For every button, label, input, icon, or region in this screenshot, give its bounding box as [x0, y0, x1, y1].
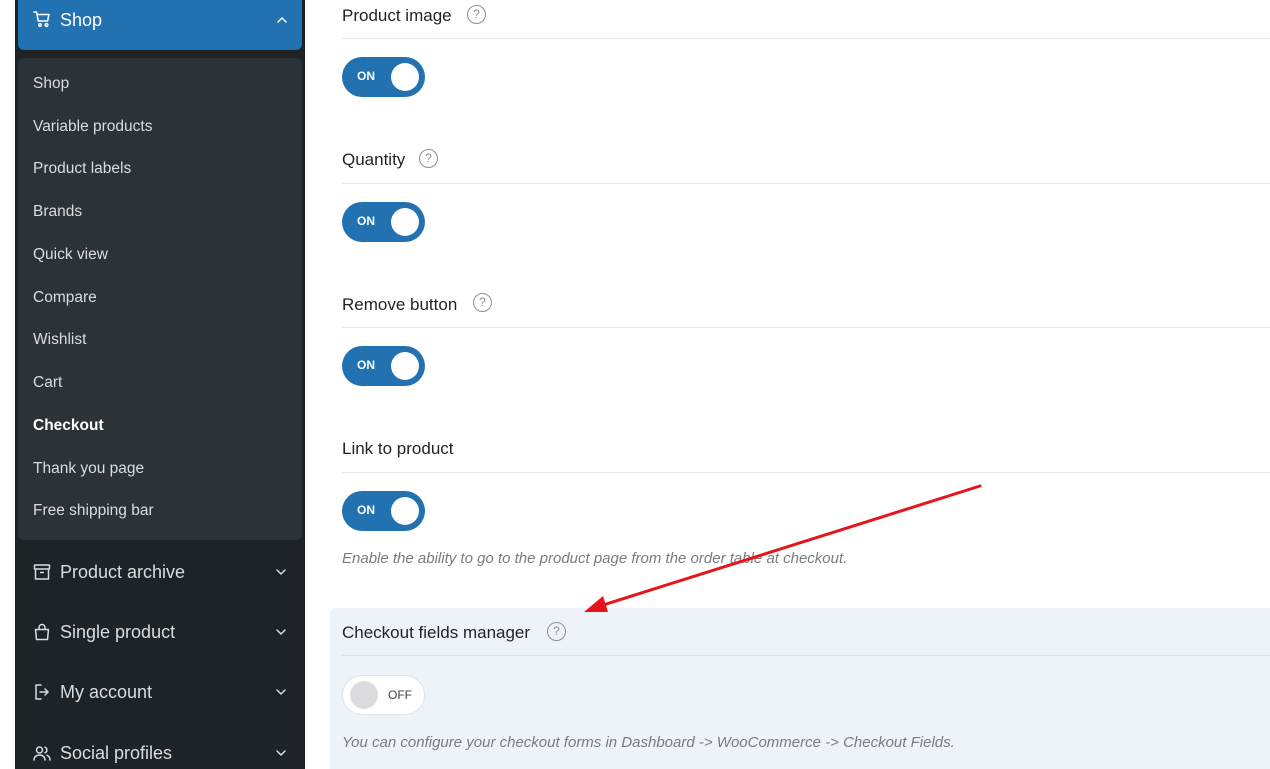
- divider: [342, 183, 1270, 184]
- sidebar-section-shop[interactable]: Shop: [18, 0, 302, 50]
- help-icon[interactable]: ?: [419, 149, 438, 168]
- help-icon[interactable]: ?: [467, 5, 486, 24]
- setting-title-quantity: Quantity: [342, 150, 406, 169]
- submenu-item-checkout[interactable]: Checkout: [33, 417, 104, 435]
- divider: [342, 38, 1270, 39]
- sidebar-section-my-account[interactable]: My account: [15, 672, 305, 712]
- submenu-item-variable-products[interactable]: Variable products: [33, 118, 152, 136]
- product-image-toggle[interactable]: ON: [342, 57, 425, 97]
- help-icon[interactable]: ?: [547, 622, 566, 641]
- settings-page: Shop Shop Variable products Product labe…: [0, 0, 1270, 769]
- toggle-state-label: ON: [357, 358, 375, 372]
- divider: [342, 472, 1270, 473]
- submenu-item-product-labels[interactable]: Product labels: [33, 160, 131, 178]
- help-icon[interactable]: ?: [473, 293, 492, 312]
- chevron-down-icon: [276, 750, 286, 756]
- toggle-knob: [391, 497, 419, 525]
- sidebar-section-label: Social profiles: [60, 743, 173, 763]
- submenu-item-cart[interactable]: Cart: [33, 374, 62, 392]
- remove-button-toggle[interactable]: ON: [342, 346, 425, 386]
- setting-title-remove-button: Remove button: [342, 295, 458, 314]
- toggle-state-label: ON: [357, 503, 375, 517]
- chevron-down-icon: [276, 629, 286, 635]
- sidebar-section-label: My account: [60, 682, 153, 702]
- setting-title-checkout-fields-manager: Checkout fields manager: [342, 623, 531, 642]
- shopping-bag-icon: [34, 623, 50, 641]
- quantity-toggle[interactable]: ON: [342, 202, 425, 242]
- sidebar-section-single-product[interactable]: Single product: [15, 612, 305, 652]
- submenu-item-compare[interactable]: Compare: [33, 289, 97, 307]
- sidebar-section-label: Product archive: [60, 562, 186, 582]
- sidebar-section-label: Single product: [60, 622, 176, 642]
- submenu-item-thank-you-page[interactable]: Thank you page: [33, 460, 144, 478]
- toggle-state-label: ON: [357, 69, 375, 83]
- toggle-knob: [350, 681, 378, 709]
- sidebar: Shop Shop Variable products Product labe…: [15, 0, 305, 769]
- divider: [342, 655, 1270, 656]
- chevron-up-icon[interactable]: [276, 14, 288, 26]
- submenu-item-wishlist[interactable]: Wishlist: [33, 331, 86, 349]
- account-login-icon: [35, 684, 49, 700]
- submenu-item-shop[interactable]: Shop: [33, 75, 69, 93]
- chevron-down-icon: [276, 569, 286, 575]
- sidebar-section-product-archive[interactable]: Product archive: [15, 552, 305, 592]
- toggle-knob: [391, 63, 419, 91]
- archive-box-icon: [33, 564, 51, 580]
- chevron-down-icon: [276, 689, 286, 695]
- toggle-state-label: OFF: [388, 688, 412, 702]
- setting-description: Enable the ability to go to the product …: [342, 550, 848, 567]
- submenu-item-brands[interactable]: Brands: [33, 203, 82, 221]
- toggle-knob: [391, 352, 419, 380]
- checkout-fields-manager-toggle[interactable]: OFF: [342, 675, 425, 715]
- toggle-state-label: ON: [357, 214, 375, 228]
- link-to-product-toggle[interactable]: ON: [342, 491, 425, 531]
- cart-icon: [33, 11, 50, 28]
- divider: [342, 327, 1270, 328]
- submenu-item-free-shipping-bar[interactable]: Free shipping bar: [33, 502, 154, 520]
- shop-submenu: Shop Variable products Product labels Br…: [18, 58, 302, 540]
- setting-description: You can configure your checkout forms in…: [342, 734, 955, 751]
- setting-title-product-image: Product image: [342, 6, 452, 25]
- users-icon: [33, 746, 51, 761]
- sidebar-section-label: Shop: [60, 10, 103, 30]
- submenu-item-quick-view[interactable]: Quick view: [33, 246, 108, 264]
- setting-title-link-to-product: Link to product: [342, 439, 454, 458]
- toggle-knob: [391, 208, 419, 236]
- sidebar-section-social-profiles[interactable]: Social profiles: [15, 733, 305, 769]
